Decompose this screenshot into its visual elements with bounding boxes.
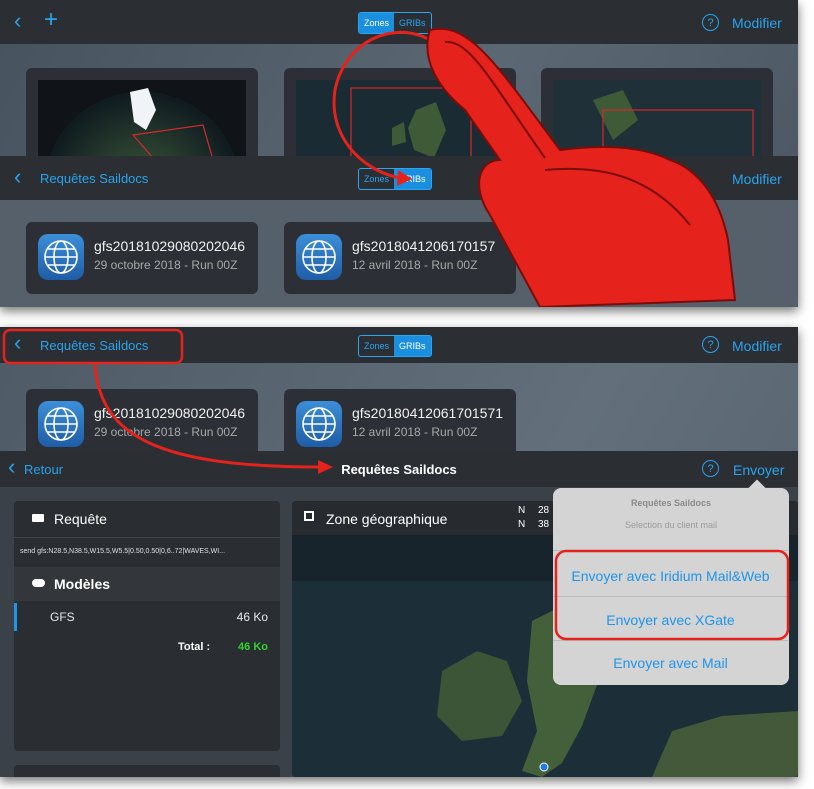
- annotation-overlay: [2, 328, 790, 641]
- top-screenshot-panel: ‹ + Zones GRIBs ? Modifier ‹ Requêtes Sa…: [0, 0, 798, 307]
- bottom-screenshot-panel: ‹ Requêtes Saildocs Zones GRIBs ? Modifi…: [0, 327, 798, 777]
- annotation-hand-arrow: [332, 27, 737, 307]
